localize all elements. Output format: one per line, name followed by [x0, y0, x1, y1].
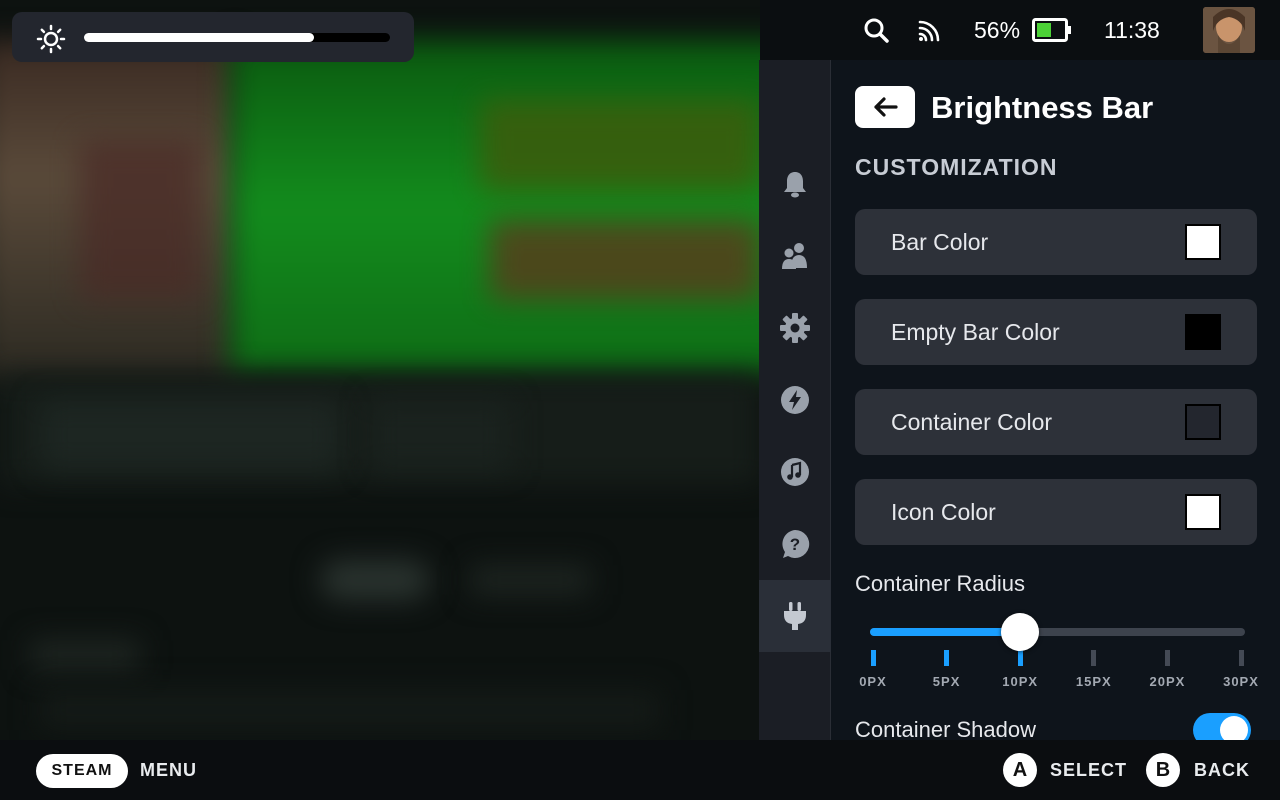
slider-tick-label: 20PX: [1149, 674, 1186, 689]
slider-tick: [1017, 650, 1023, 666]
slider-tick-label: 30PX: [1223, 674, 1259, 689]
slider-tick-label: 15PX: [1075, 674, 1112, 689]
blurred-background: [0, 0, 760, 740]
nav-help[interactable]: ?: [759, 508, 831, 580]
empty-bar-color-label: Empty Bar Color: [891, 319, 1060, 345]
network-icon: [918, 20, 940, 42]
nav-plugins[interactable]: [759, 580, 831, 652]
slider-tick-label: 5PX: [932, 674, 961, 689]
section-heading: CUSTOMIZATION: [855, 154, 1058, 180]
slider-fill: [870, 628, 1021, 636]
music-note-icon: [781, 458, 809, 486]
slider-tick: [1164, 650, 1170, 666]
container-radius-label: Container Radius: [855, 571, 1025, 596]
nav-performance[interactable]: [759, 364, 831, 436]
help-icon: ?: [782, 529, 810, 558]
container-radius-slider[interactable]: [870, 628, 1245, 636]
bar-color-swatch[interactable]: [1185, 224, 1221, 260]
b-button-glyph[interactable]: B: [1146, 753, 1180, 787]
avatar[interactable]: [1203, 7, 1255, 53]
nav-music[interactable]: [759, 436, 831, 508]
slider-thumb[interactable]: [1001, 613, 1040, 651]
slider-tick-label: 0PX: [859, 674, 887, 689]
back-button[interactable]: [855, 86, 915, 128]
slider-tick-label: 10PX: [1002, 674, 1039, 689]
plugin-settings-panel: Brightness Bar CUSTOMIZATION Bar Color E…: [831, 60, 1280, 740]
slider-tick: [1091, 650, 1097, 666]
battery-icon: [1032, 18, 1071, 42]
select-label: SELECT: [1050, 760, 1128, 780]
icon-color-swatch[interactable]: [1185, 494, 1221, 530]
bar-color-row[interactable]: Bar Color: [855, 209, 1257, 275]
menu-label: MENU: [140, 760, 197, 780]
container-shadow-label: Container Shadow: [855, 717, 1037, 740]
brightness-fill: [84, 33, 314, 42]
steam-button[interactable]: STEAM: [36, 754, 128, 788]
empty-bar-color-swatch[interactable]: [1185, 314, 1221, 350]
slider-tick: [944, 650, 950, 666]
battery-percent: 56%: [974, 17, 1021, 43]
brightness-track: [84, 33, 390, 42]
lightning-icon: [781, 386, 809, 414]
svg-text:?: ?: [790, 535, 800, 554]
search-icon[interactable]: [862, 16, 890, 44]
container-color-row[interactable]: Container Color: [855, 389, 1257, 455]
back-label: BACK: [1194, 760, 1250, 780]
icon-color-row[interactable]: Icon Color: [855, 479, 1257, 545]
brightness-icon: [36, 24, 66, 54]
nav-notifications[interactable]: [759, 148, 831, 220]
icon-color-label: Icon Color: [891, 499, 996, 525]
nav-friends[interactable]: [759, 220, 831, 292]
bar-color-label: Bar Color: [891, 229, 989, 255]
footer-bar: STEAM MENU A SELECT B BACK: [0, 740, 1280, 800]
container-color-label: Container Color: [891, 409, 1053, 435]
page-title: Brightness Bar: [931, 90, 1154, 125]
toggle-knob: [1220, 716, 1248, 740]
arrow-left-icon: [874, 97, 898, 117]
nav-settings[interactable]: [759, 292, 831, 364]
gear-icon: [780, 313, 810, 343]
a-button-glyph[interactable]: A: [1003, 753, 1037, 787]
container-shadow-toggle[interactable]: [1193, 713, 1251, 740]
slider-tick: [1238, 650, 1244, 666]
empty-bar-color-row[interactable]: Empty Bar Color: [855, 299, 1257, 365]
bell-icon: [784, 172, 806, 198]
plug-icon: [784, 602, 806, 630]
friends-icon: [782, 243, 807, 269]
container-color-swatch[interactable]: [1185, 404, 1221, 440]
slider-tick: [870, 650, 876, 666]
quick-access-sidebar: ?: [759, 60, 831, 740]
clock: 11:38: [1104, 17, 1160, 43]
